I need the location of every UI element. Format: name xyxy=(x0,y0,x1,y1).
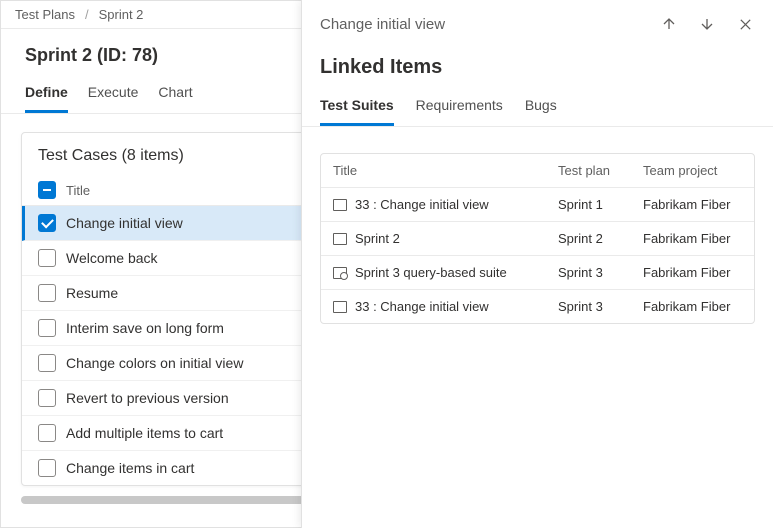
row-plan: Sprint 2 xyxy=(558,231,643,246)
row-checkbox[interactable] xyxy=(38,249,56,267)
suite-icon xyxy=(333,233,347,245)
arrow-down-icon[interactable] xyxy=(697,14,717,34)
breadcrumb-current[interactable]: Sprint 2 xyxy=(99,7,144,22)
table-row[interactable]: 33 : Change initial view Sprint 3Fabrikam… xyxy=(321,290,754,323)
details-panel: Change initial view Linked Items Test Su… xyxy=(301,0,773,528)
table-row[interactable]: Sprint 3 query-based suite Sprint 3Fabrik… xyxy=(321,256,754,290)
row-checkbox[interactable] xyxy=(38,389,56,407)
row-team: Fabrikam Fiber xyxy=(643,265,742,280)
row-checkbox[interactable] xyxy=(38,284,56,302)
arrow-up-icon[interactable] xyxy=(659,14,679,34)
row-plan: Sprint 1 xyxy=(558,197,643,212)
row-checkbox[interactable] xyxy=(38,424,56,442)
table-row[interactable]: Sprint 2Sprint 2Fabrikam Fiber xyxy=(321,222,754,256)
select-all-checkbox[interactable] xyxy=(38,181,56,199)
row-team: Fabrikam Fiber xyxy=(643,231,742,246)
breadcrumb-root[interactable]: Test Plans xyxy=(15,7,75,22)
row-checkbox[interactable] xyxy=(38,319,56,337)
linked-items-table: Title Test plan Team project 33 : Change… xyxy=(320,153,755,324)
row-checkbox[interactable] xyxy=(38,214,56,232)
panel-tabs: Test Suites Requirements Bugs xyxy=(302,91,773,127)
th-plan[interactable]: Test plan xyxy=(558,163,643,178)
row-title: 33 : Change initial view xyxy=(355,197,489,212)
row-title: Sprint 2 xyxy=(355,231,400,246)
close-icon[interactable] xyxy=(735,14,755,34)
table-row[interactable]: 33 : Change initial view Sprint 1Fabrikam… xyxy=(321,188,754,222)
row-title: Sprint 3 query-based suite xyxy=(355,265,507,280)
row-team: Fabrikam Fiber xyxy=(643,299,742,314)
th-title[interactable]: Title xyxy=(333,163,558,178)
row-checkbox[interactable] xyxy=(38,354,56,372)
panel-title: Change initial view xyxy=(320,16,659,33)
suite-icon xyxy=(333,301,347,313)
row-checkbox[interactable] xyxy=(38,459,56,477)
tab-execute[interactable]: Execute xyxy=(88,76,139,113)
panel-section-title: Linked Items xyxy=(302,44,773,91)
row-plan: Sprint 3 xyxy=(558,265,643,280)
breadcrumb-separator: / xyxy=(85,7,89,22)
panel-tab-test-suites[interactable]: Test Suites xyxy=(320,91,394,126)
panel-tab-bugs[interactable]: Bugs xyxy=(525,91,557,126)
row-plan: Sprint 3 xyxy=(558,299,643,314)
row-title: 33 : Change initial view xyxy=(355,299,489,314)
table-head: Title Test plan Team project xyxy=(321,154,754,188)
th-team[interactable]: Team project xyxy=(643,163,742,178)
panel-tab-requirements[interactable]: Requirements xyxy=(416,91,503,126)
row-team: Fabrikam Fiber xyxy=(643,197,742,212)
suite-icon xyxy=(333,199,347,211)
query-suite-icon xyxy=(333,267,347,279)
tab-define[interactable]: Define xyxy=(25,76,68,113)
tab-chart[interactable]: Chart xyxy=(158,76,192,113)
